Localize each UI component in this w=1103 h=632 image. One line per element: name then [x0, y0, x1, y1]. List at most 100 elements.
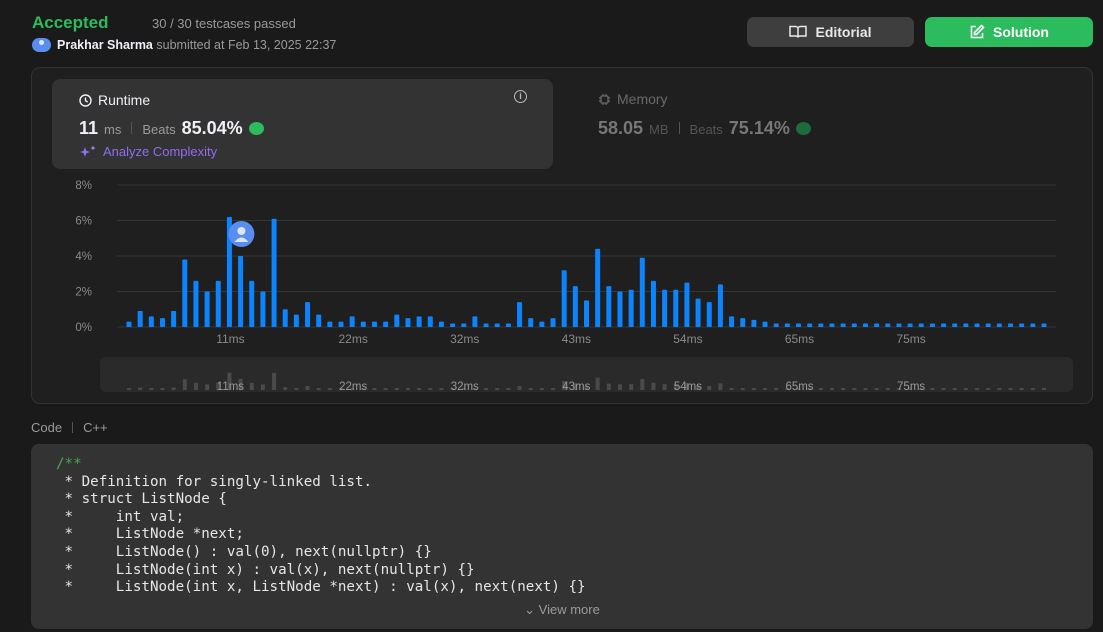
navigator-bar	[1042, 388, 1046, 390]
histogram-bar	[349, 316, 355, 327]
submission-header: Accepted 30 / 30 testcases passed Prakha…	[0, 0, 1103, 70]
histogram-bar	[862, 323, 868, 327]
solution-button[interactable]: Solution	[925, 17, 1093, 47]
histogram-bar	[539, 321, 545, 327]
histogram-bar	[639, 257, 645, 327]
navigator-bar	[986, 388, 991, 390]
histogram-bar	[729, 316, 735, 327]
runtime-distribution-chart[interactable]: 8% 6% 4% 2% 0% 11ms 22ms 32ms 43ms 54ms 65ms 75ms 11…	[32, 68, 1092, 403]
navigator-bar	[193, 382, 198, 390]
submitter-name[interactable]: Prakhar Sharma	[57, 38, 153, 52]
histogram-bar	[885, 323, 891, 327]
navigator-bar	[127, 388, 131, 390]
histogram-bar	[974, 323, 980, 327]
y-tick-label: 8%	[75, 180, 92, 192]
histogram-bar	[450, 323, 456, 327]
navigator-bar	[383, 388, 388, 390]
navigator-bar	[707, 386, 712, 390]
histogram-bar	[327, 321, 333, 327]
histogram-bar	[941, 323, 947, 327]
histogram-bar	[896, 323, 902, 327]
histogram-bar	[818, 323, 824, 327]
navigator-bar	[484, 388, 489, 390]
code-line: * ListNode() : val(0), next(nullptr) {}	[64, 543, 432, 560]
code-line: * ListNode(int x) : val(x), next(nullptr…	[64, 561, 475, 578]
code-label: Code	[31, 420, 63, 435]
histogram-bar	[260, 291, 266, 327]
navigator-bar	[963, 388, 968, 390]
histogram-bar	[148, 316, 154, 327]
code-header: Code C++	[31, 420, 108, 435]
histogram-bar	[595, 248, 601, 327]
histogram-bar	[371, 321, 377, 327]
histogram-bar	[617, 291, 623, 327]
histogram-bar	[338, 321, 344, 327]
histogram-bar	[461, 323, 467, 327]
histogram-bar	[907, 323, 913, 327]
histogram-bar	[1019, 323, 1025, 327]
avatar[interactable]	[32, 38, 51, 52]
navigator-bar	[852, 388, 857, 390]
editorial-button[interactable]: Editorial	[747, 17, 914, 47]
histogram-bar	[952, 323, 958, 327]
histogram-bar	[751, 319, 757, 327]
code-block[interactable]: /** * Definition for singly-linked list.…	[31, 444, 1093, 629]
histogram-bar	[182, 259, 188, 327]
histogram-bar	[1030, 323, 1036, 327]
navigator-bar	[405, 388, 410, 390]
navigator-bar	[885, 388, 890, 390]
histogram-bar	[416, 316, 422, 327]
editorial-label: Editorial	[815, 24, 872, 40]
navigator-bar	[651, 382, 656, 390]
x-tick-label: 75ms	[896, 332, 925, 346]
x-tick-label: 54ms	[673, 332, 702, 346]
navigator-bar	[551, 388, 556, 390]
navigator-bar	[160, 388, 165, 390]
code-line: * ListNode(int x, ListNode *next) : val(…	[64, 579, 586, 596]
y-tick-label: 6%	[75, 216, 92, 228]
code-line: * Definition for singly-linked list.	[64, 473, 373, 490]
histogram-bar	[606, 286, 612, 327]
navigator-bar	[863, 388, 868, 390]
navigator-bar	[751, 388, 756, 390]
y-tick-label: 2%	[75, 287, 92, 299]
navigator-bar	[975, 388, 980, 390]
navigator-bar	[874, 388, 879, 390]
navigator-tick-label: 43ms	[562, 381, 590, 393]
navigator-bar	[539, 388, 544, 390]
navigator-tick-label: 75ms	[897, 381, 925, 393]
navigator-bar	[305, 386, 310, 390]
testcases-passed: 30 / 30 testcases passed	[152, 16, 296, 31]
navigator-bar	[283, 387, 288, 390]
histogram-bar	[438, 321, 444, 327]
navigator-bar	[495, 388, 500, 390]
submitter-info: Prakhar Sharma submitted at Feb 13, 2025…	[57, 38, 336, 52]
navigator-bar	[617, 384, 622, 390]
edit-icon	[970, 24, 985, 39]
book-icon	[789, 25, 808, 38]
histogram-bar	[137, 311, 143, 327]
histogram-bar	[929, 323, 935, 327]
histogram-bar	[505, 323, 511, 327]
navigator-bar	[763, 388, 768, 390]
divider	[72, 422, 74, 433]
histogram-bar	[650, 280, 656, 327]
y-tick-label: 4%	[75, 251, 92, 263]
histogram-bar	[494, 323, 500, 327]
histogram-bar	[193, 280, 199, 327]
navigator-bar	[1019, 388, 1024, 390]
navigator-bar	[249, 382, 254, 390]
histogram-bar	[360, 321, 366, 327]
navigator-bar	[327, 388, 332, 390]
histogram-bar	[840, 323, 846, 327]
navigator-bar	[629, 384, 634, 390]
view-more-label: View more	[538, 602, 600, 617]
view-more-button[interactable]: ⌄ View more	[31, 602, 1093, 618]
navigator-bar	[718, 383, 723, 390]
navigator-bar	[740, 388, 745, 390]
histogram-bar	[483, 323, 489, 327]
navigator-bar	[729, 388, 734, 390]
histogram-bar	[985, 323, 991, 327]
navigator-bar	[1008, 388, 1013, 390]
submitted-time: submitted at Feb 13, 2025 22:37	[156, 38, 337, 52]
